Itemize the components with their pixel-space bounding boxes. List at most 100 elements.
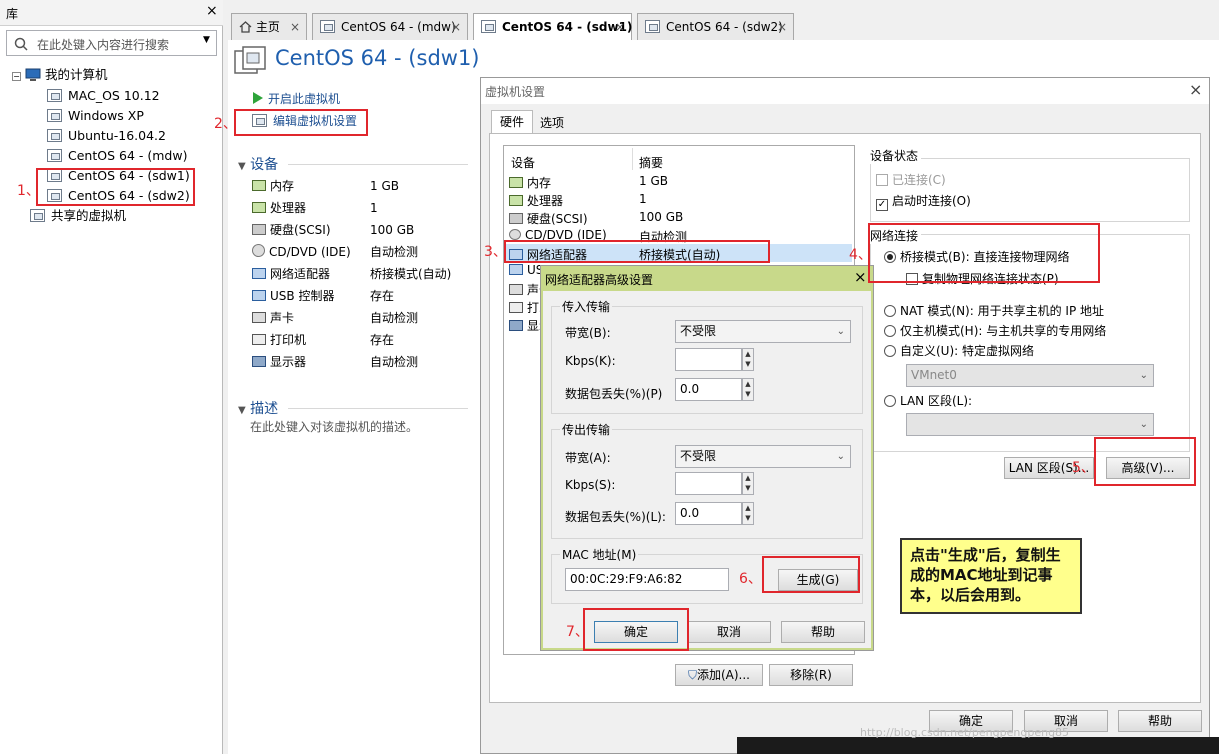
devices-header[interactable]: ▼ 设备 — [238, 154, 278, 174]
device-row[interactable]: 处理器 — [252, 198, 306, 218]
tab-mdw[interactable]: CentOS 64 - (mdw) × — [312, 13, 468, 40]
packet-loss-out-input[interactable]: 0.0 — [675, 502, 742, 525]
hard-disk-icon — [509, 213, 523, 224]
close-icon[interactable]: × — [290, 14, 300, 40]
device-value: 自动检测 — [370, 355, 419, 369]
play-icon — [253, 92, 263, 104]
packet-loss-label: 数据包丢失(%)(L): — [565, 510, 666, 524]
kbps-out-stepper[interactable]: ▲ ▼ — [742, 472, 754, 495]
close-icon[interactable]: × — [615, 14, 625, 40]
annotation-number-7: 7、 — [566, 624, 589, 640]
shared-vm-icon — [30, 209, 45, 222]
kbps-in-stepper[interactable]: ▲ ▼ — [742, 348, 754, 371]
vmnet-select[interactable]: VMnet0 ⌄ — [906, 364, 1154, 387]
collapse-icon[interactable]: ▼ — [238, 161, 246, 172]
mac-address-input[interactable]: 00:0C:29:F9:A6:82 — [565, 568, 729, 591]
settings-help-button[interactable]: 帮助 — [1118, 710, 1202, 732]
kbps-out-input[interactable] — [675, 472, 742, 495]
device-row[interactable]: 打印机 — [252, 330, 306, 350]
vm-icon — [47, 109, 62, 122]
start-vm-link[interactable]: 开启此虚拟机 — [252, 89, 340, 109]
tree-shared[interactable]: 共享的虚拟机 — [30, 206, 126, 226]
custom-radio[interactable]: 自定义(U): 特定虚拟网络 — [884, 342, 1034, 359]
kbps-label: Kbps(K): — [565, 354, 616, 368]
add-hardware-button[interactable]: ⛉添加(A)... — [675, 664, 763, 686]
collapse-icon[interactable]: ▼ — [238, 405, 246, 416]
connect-on-start-checkbox[interactable]: ✓ 启动时连接(O) — [876, 192, 971, 211]
packet-loss-in-stepper[interactable]: ▲ ▼ — [742, 378, 754, 401]
device-row[interactable]: CD/DVD (IDE) — [252, 242, 351, 262]
device-status-group: 设备状态 已连接(C) ✓ 启动时连接(O) — [867, 147, 1190, 222]
lan-select[interactable]: ⌄ — [906, 413, 1154, 436]
kbps-in-input[interactable] — [675, 348, 742, 371]
hard-disk-icon — [252, 224, 266, 235]
tab-home[interactable]: 主页 × — [231, 13, 307, 40]
annotation-box-7 — [583, 608, 689, 651]
tree-vm-mdw[interactable]: CentOS 64 - (mdw) — [47, 146, 187, 166]
vm-large-icon — [234, 46, 266, 74]
remove-hardware-button[interactable]: 移除(R) — [769, 664, 853, 686]
column-header-device[interactable]: 设备 — [511, 154, 535, 171]
connected-checkbox[interactable]: 已连接(C) — [876, 171, 946, 188]
sound-icon — [252, 312, 266, 323]
bandwidth-in-select[interactable]: 不受限 ⌄ — [675, 320, 851, 343]
bandwidth-out-select[interactable]: 不受限 ⌄ — [675, 445, 851, 468]
list-item[interactable]: 内存 — [509, 174, 551, 191]
device-row[interactable]: 显示器 — [252, 352, 306, 372]
tree-vm-macos[interactable]: MAC_OS 10.12 — [47, 86, 160, 106]
device-value: 存在 — [370, 289, 395, 303]
tab-hardware[interactable]: 硬件 — [491, 110, 533, 134]
packet-loss-in-input[interactable]: 0.0 — [675, 378, 742, 401]
device-row[interactable]: 硬盘(SCSI) — [252, 220, 331, 240]
advanced-help-button[interactable]: 帮助 — [781, 621, 865, 643]
close-icon[interactable]: × — [854, 268, 867, 286]
close-icon[interactable]: × — [451, 14, 461, 40]
library-search[interactable]: 在此处键入内容进行搜索 ▼ — [6, 30, 217, 56]
close-icon[interactable]: × — [1189, 80, 1202, 99]
nat-radio[interactable]: NAT 模式(N): 用于共享主机的 IP 地址 — [884, 302, 1104, 319]
tab-sdw2[interactable]: CentOS 64 - (sdw2) × — [637, 13, 794, 40]
divider — [632, 148, 633, 170]
outgoing-group: 传出传输 带宽(A): 不受限 ⌄ Kbps(S): ▲ ▼ 数据包丢失(%)(L)… — [551, 421, 863, 539]
close-icon[interactable]: × — [777, 14, 787, 40]
tree-root[interactable]: − 我的计算机 — [12, 65, 108, 85]
lan-radio[interactable]: LAN 区段(L): — [884, 392, 972, 409]
search-input[interactable]: 在此处键入内容进行搜索 — [37, 36, 169, 53]
tab-options[interactable]: 选项 — [533, 113, 571, 134]
list-item[interactable]: 硬盘(SCSI) — [509, 210, 588, 227]
dialog-titlebar: 虚拟机设置 × — [481, 78, 1209, 104]
search-icon — [14, 37, 28, 51]
page-title: CentOS 64 - (sdw1) — [275, 46, 480, 70]
printer-icon — [509, 302, 523, 313]
incoming-group: 传入传输 带宽(B): 不受限 ⌄ Kbps(K): ▲ ▼ 数据包丢失(%)(P)… — [551, 298, 863, 414]
annotation-box-2 — [234, 109, 368, 136]
packet-loss-out-stepper[interactable]: ▲ ▼ — [742, 502, 754, 525]
device-row[interactable]: 声卡 — [252, 308, 294, 328]
column-header-summary[interactable]: 摘要 — [639, 154, 663, 171]
annotation-number-1: 1、 — [17, 183, 40, 199]
tab-sdw1[interactable]: CentOS 64 - (sdw1) × — [473, 13, 632, 41]
home-icon — [239, 21, 252, 33]
annotation-box-6 — [762, 556, 860, 593]
shield-icon: ⛉ — [687, 668, 697, 682]
device-value: 自动检测 — [370, 311, 419, 325]
close-icon[interactable]: × — [206, 3, 218, 19]
list-item-value: 1 GB — [639, 174, 668, 188]
tree-vm-winxp[interactable]: Windows XP — [47, 106, 144, 126]
tree-vm-ubuntu[interactable]: Ubuntu-16.04.2 — [47, 126, 166, 146]
device-row[interactable]: 内存 — [252, 176, 294, 196]
annotation-note: 点击"生成"后，复制生成的MAC地址到记事本，以后会用到。 — [900, 538, 1082, 614]
chevron-down-icon[interactable]: ▼ — [203, 35, 210, 45]
advanced-cancel-button[interactable]: 取消 — [687, 621, 771, 643]
collapse-icon[interactable]: − — [12, 72, 21, 81]
description-header[interactable]: ▼ 描述 — [238, 398, 278, 418]
description-text[interactable]: 在此处键入对该虚拟机的描述。 — [250, 417, 418, 437]
list-item-value: 100 GB — [639, 210, 684, 224]
memory-icon — [252, 180, 266, 191]
background-window — [737, 737, 1219, 754]
list-item[interactable]: 处理器 — [509, 192, 563, 209]
device-row[interactable]: USB 控制器 — [252, 286, 334, 306]
device-row[interactable]: 网络适配器 — [252, 264, 330, 284]
dialog-title: 虚拟机设置 — [485, 85, 546, 99]
hostonly-radio[interactable]: 仅主机模式(H): 与主机共享的专用网络 — [884, 322, 1106, 339]
